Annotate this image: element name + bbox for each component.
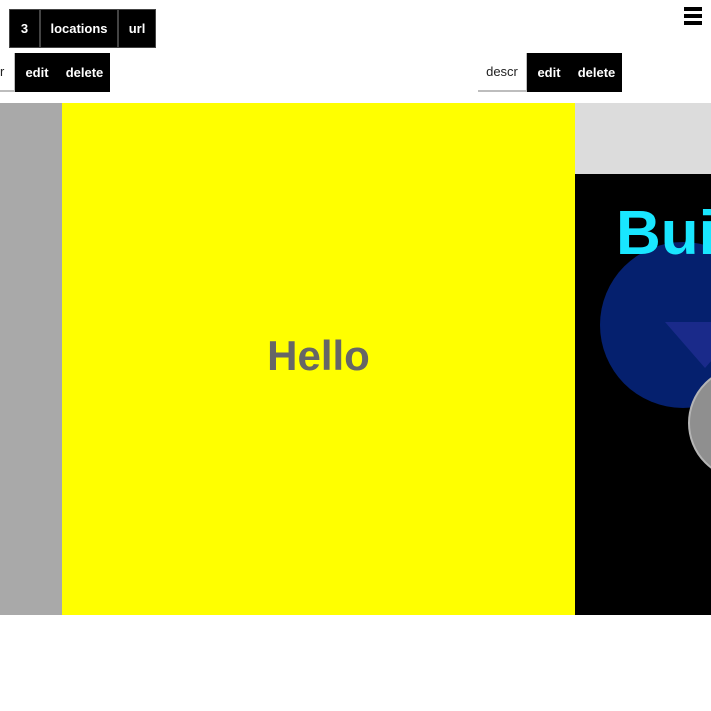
right-slide-toolbar: descr edit delete	[478, 53, 622, 92]
slide-right-partial[interactable]: Bui	[575, 103, 711, 615]
hamburger-icon[interactable]	[684, 7, 702, 27]
delete-button[interactable]: delete	[59, 53, 110, 92]
delete-button[interactable]: delete	[571, 53, 622, 92]
edit-button[interactable]: edit	[527, 53, 571, 92]
slide-title: Hello	[267, 332, 370, 379]
slide-title: Bui	[616, 199, 711, 268]
url-button[interactable]: url	[118, 9, 156, 48]
descr-button[interactable]: r	[0, 53, 15, 92]
slide-header-band	[575, 103, 711, 174]
locations-button[interactable]: locations	[40, 9, 118, 48]
triangle-shape	[665, 322, 711, 368]
menu-line	[684, 14, 702, 18]
left-slide-toolbar: r edit delete	[0, 53, 110, 92]
descr-button[interactable]: descr	[478, 53, 527, 92]
edit-button[interactable]: edit	[15, 53, 59, 92]
slide-carousel: Hello Bui	[0, 103, 711, 615]
slide-hello[interactable]: Hello	[62, 103, 575, 615]
menu-line	[684, 21, 702, 25]
location-count-button[interactable]: 3	[9, 9, 40, 48]
slide-left-partial[interactable]	[0, 103, 62, 615]
top-toolbar: 3 locations url	[9, 9, 156, 48]
menu-line	[684, 7, 702, 11]
